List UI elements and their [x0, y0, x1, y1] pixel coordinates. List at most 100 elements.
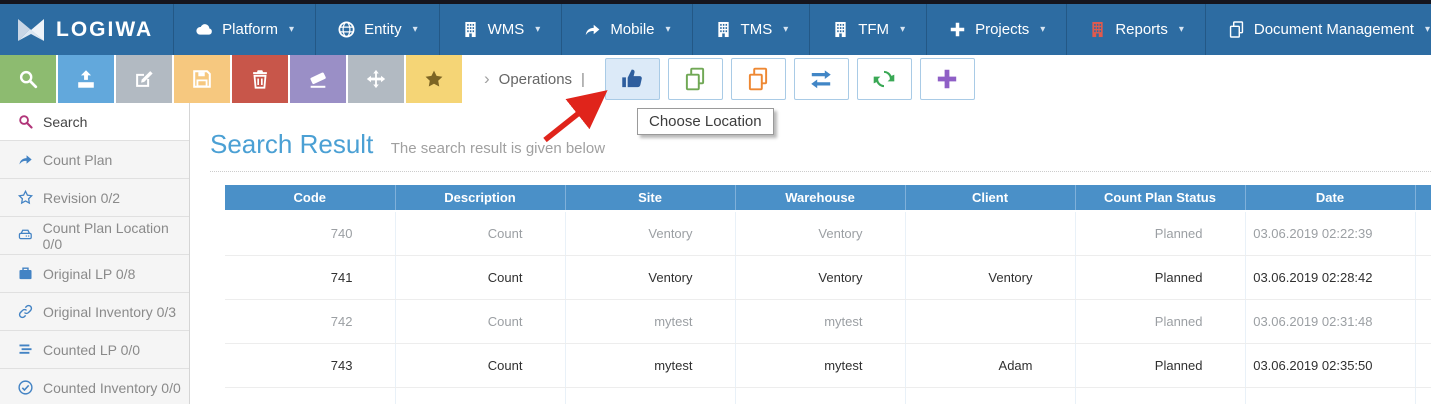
cell-date: 03.06.2019 02:35:50 [1245, 343, 1416, 388]
nav-item-platform[interactable]: Platform ▾ [173, 4, 315, 55]
sidebar-item-original-lp-0-8[interactable]: Original LP 0/8 [0, 255, 189, 293]
search-result-table-wrap: Code Description Site Warehouse Client Count … [225, 185, 1431, 404]
cell-description: Count [395, 255, 566, 300]
logo-text: LOGIWA [56, 17, 154, 41]
page-title: Search Result [210, 129, 374, 159]
table-row[interactable]: 744Count AdamCancelled03.06.2019 02:37:43 [225, 387, 1431, 404]
toolbar: › Operations | [0, 55, 1431, 103]
cell-site [565, 387, 736, 404]
cell-warehouse [735, 387, 906, 404]
table-row[interactable]: 741 Count Ventory Ventory Ventory Planned 03.0… [225, 255, 1431, 300]
clear-button[interactable] [290, 55, 346, 103]
cell-count-plan-status: Planned [1075, 299, 1246, 344]
nav-item-label: WMS [487, 21, 525, 38]
sidebar-item-label: Counted Inventory 0/0 [43, 379, 181, 396]
cell-description: Count [395, 299, 566, 344]
table-header-warehouse[interactable]: Warehouse [735, 185, 906, 212]
cell-code: 741 [225, 255, 396, 300]
cell-extra [1415, 299, 1431, 344]
table-row[interactable]: 742 Count mytest mytest Planned 03.06.2019 02… [225, 299, 1431, 344]
logiwa-logo[interactable]: LOGIWA [0, 4, 173, 55]
table-header-client[interactable]: Client [905, 185, 1076, 212]
add-button[interactable] [919, 58, 975, 100]
move-button[interactable] [348, 55, 404, 103]
caret-down-icon: ▾ [900, 24, 906, 35]
cell-client: Adam [905, 343, 1076, 388]
cell-client [905, 211, 1076, 256]
nav-item-reports[interactable]: Reports ▾ [1066, 4, 1205, 55]
nav-item-label: TMS [740, 21, 773, 38]
choose-location-button[interactable] [604, 58, 660, 100]
table-header-site[interactable]: Site [565, 185, 736, 212]
sidebar-item-count-plan[interactable]: Count Plan [0, 141, 189, 179]
sidebar-item-revision-0-2[interactable]: Revision 0/2 [0, 179, 189, 217]
nav-item-document-management[interactable]: Document Management ▾ [1204, 4, 1431, 55]
sidebar-item-counted-inventory-0-0[interactable]: Counted Inventory 0/0 [0, 369, 189, 404]
nav-item-mobile[interactable]: Mobile ▾ [561, 4, 691, 55]
sidebar-item-count-plan-location-0-0[interactable]: Count Plan Location 0/0 [0, 217, 189, 255]
sidebar-item-counted-lp-0-0[interactable]: Counted LP 0/0 [0, 331, 189, 369]
nav-item-projects[interactable]: Projects ▾ [926, 4, 1066, 55]
table-header-count-plan-status[interactable]: Count Plan Status [1075, 185, 1246, 212]
cell-extra [1415, 211, 1431, 256]
cloud-icon [195, 20, 214, 39]
pages-icon [682, 66, 708, 92]
cell-count-plan-status: Planned [1075, 343, 1246, 388]
cell-extra [1415, 387, 1431, 404]
table-header-date[interactable]: Date [1245, 185, 1416, 212]
copy-green-button[interactable] [667, 58, 723, 100]
upload-button[interactable] [58, 55, 114, 103]
nav-item-tms[interactable]: TMS ▾ [691, 4, 810, 55]
table-row[interactable]: 740 Count Ventory Ventory Planned 03.06.2019 … [225, 211, 1431, 256]
link-icon [17, 303, 34, 320]
star-icon [423, 68, 445, 90]
table-header-description[interactable]: Description [395, 185, 566, 212]
search-button[interactable] [0, 55, 56, 103]
caret-down-icon: ▾ [412, 24, 418, 35]
favorite-button[interactable] [406, 55, 462, 103]
caret-down-icon: ▾ [783, 24, 789, 35]
cell-client: Adam [905, 387, 1076, 404]
delete-button[interactable] [232, 55, 288, 103]
save-button[interactable] [174, 55, 230, 103]
sidebar-item-search[interactable]: Search [0, 103, 189, 141]
cell-client: Ventory [905, 255, 1076, 300]
page-header: Search Result The search result is given… [210, 103, 1431, 172]
action-buttons [597, 58, 975, 100]
main-panel: Search Result The search result is given… [190, 103, 1431, 404]
logiwa-logo-icon [18, 18, 44, 41]
cell-count-plan-status: Cancelled [1075, 387, 1246, 404]
cell-site: mytest [565, 299, 736, 344]
pages-icon [745, 66, 771, 92]
cell-client [905, 299, 1076, 344]
caret-down-icon: ▾ [1178, 24, 1184, 35]
table-row[interactable]: 743 Count mytest mytest Adam Planned 03.06.201… [225, 343, 1431, 388]
cell-site: Ventory [565, 211, 736, 256]
page-subtitle: The search result is given below [390, 140, 606, 157]
transfer-button[interactable] [793, 58, 849, 100]
breadcrumb-operations[interactable]: Operations [499, 71, 572, 88]
copy-orange-button[interactable] [730, 58, 786, 100]
copy-pages-icon [1227, 20, 1246, 39]
globe-icon [337, 20, 356, 39]
thumb-up-icon [619, 66, 645, 92]
cell-warehouse: Ventory [735, 211, 906, 256]
table-header-code[interactable]: Code [225, 185, 396, 212]
cell-warehouse: mytest [735, 299, 906, 344]
table-body: 740 Count Ventory Ventory Planned 03.06.2019 … [225, 211, 1431, 404]
nav-item-wms[interactable]: WMS ▾ [438, 4, 562, 55]
building-icon [714, 20, 733, 39]
nav-item-label: Document Management [1253, 21, 1414, 38]
cell-extra [1415, 343, 1431, 388]
cell-site: Ventory [565, 255, 736, 300]
caret-down-icon: ▾ [289, 24, 295, 35]
nav-item-entity[interactable]: Entity ▾ [315, 4, 439, 55]
cell-description: Count [395, 211, 566, 256]
caret-down-icon: ▾ [1424, 24, 1430, 35]
edit-button[interactable] [116, 55, 172, 103]
sidebar-item-original-inventory-0-3[interactable]: Original Inventory 0/3 [0, 293, 189, 331]
check-circle-icon [17, 379, 34, 396]
choose-location-tooltip: Choose Location [637, 108, 774, 135]
refresh-button[interactable] [856, 58, 912, 100]
nav-item-tfm[interactable]: TFM ▾ [809, 4, 926, 55]
